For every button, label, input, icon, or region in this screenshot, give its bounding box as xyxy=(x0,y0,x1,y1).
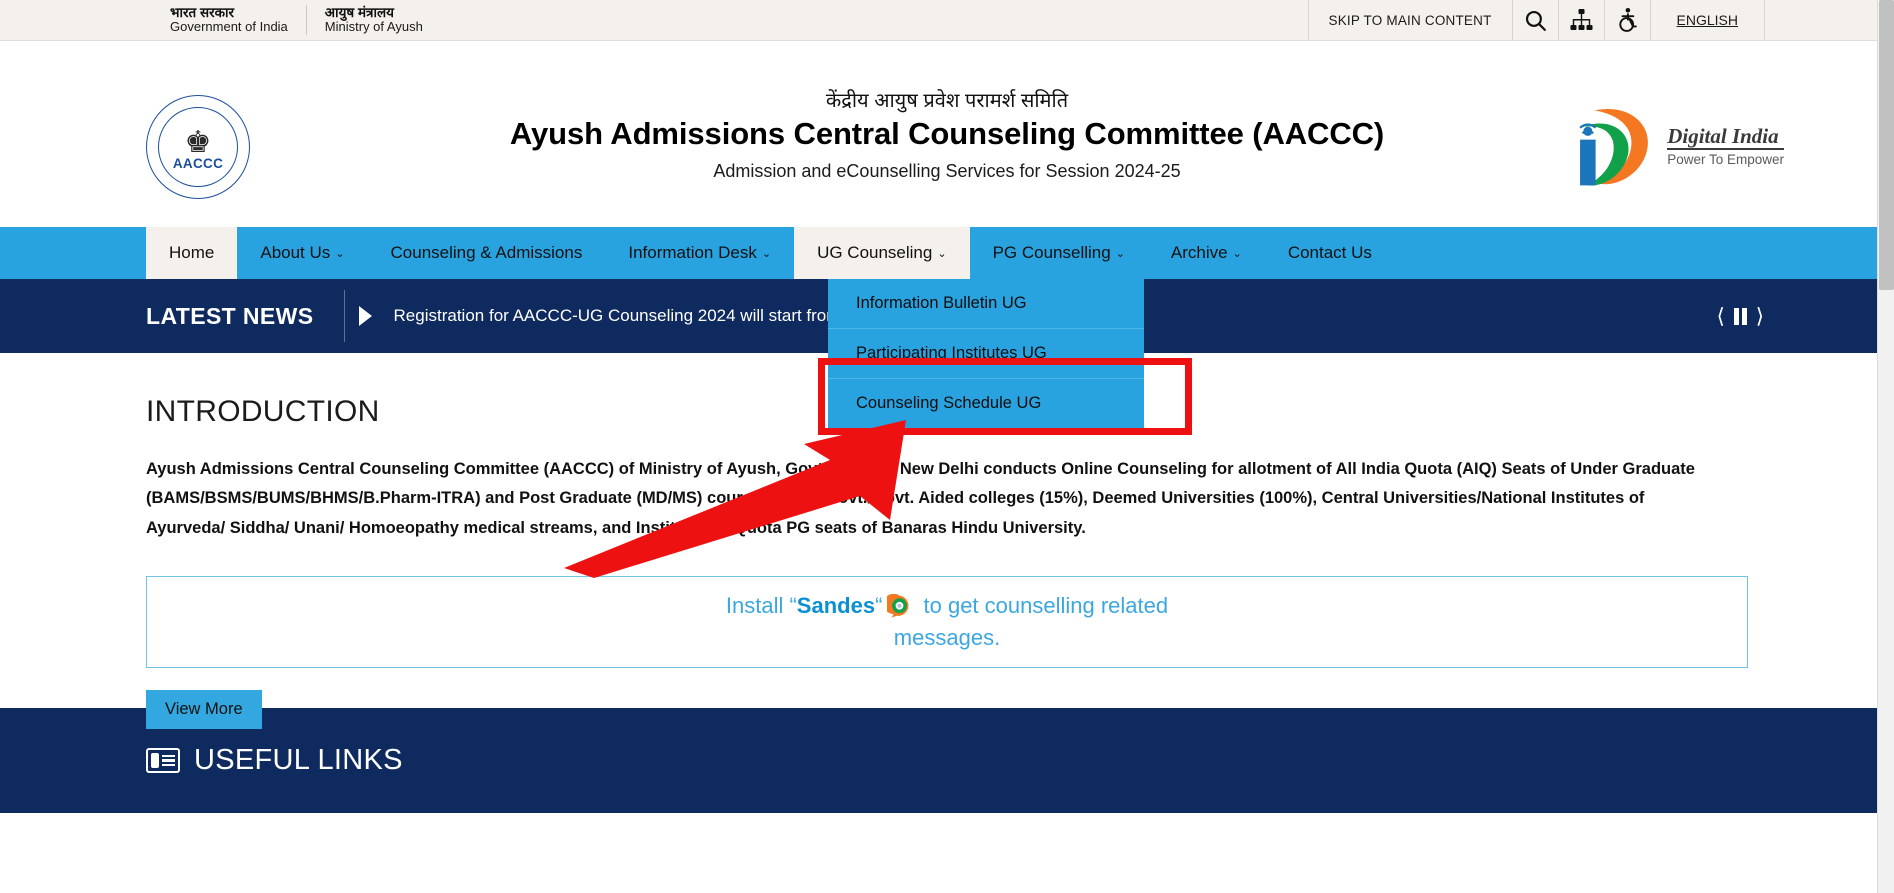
nav-label: Information Desk xyxy=(628,243,757,262)
ashoka-emblem-icon: ♚ xyxy=(184,125,212,159)
nav-item-contact-us[interactable]: Contact Us xyxy=(1265,227,1395,279)
nav-item-home[interactable]: Home xyxy=(146,227,238,279)
useful-links-header: USEFUL LINKS xyxy=(146,744,403,777)
sandes-app-name: Sandes xyxy=(796,593,876,619)
news-carousel-controls: ⟨ ⟩ xyxy=(1717,306,1764,327)
sitemap-icon[interactable] xyxy=(1557,0,1604,40)
main-navigation: Home About Us ⌄ Counseling & Admissions … xyxy=(0,227,1894,428)
aaccc-emblem-ring: ♚ AACCC xyxy=(146,95,250,199)
digital-india-logo[interactable]: Digital India Power To Empower xyxy=(1567,103,1784,189)
chevron-down-icon: ⌄ xyxy=(1232,247,1242,260)
language-switch-english[interactable]: ENGLISH xyxy=(1649,0,1764,40)
pause-icon[interactable] xyxy=(1733,307,1747,325)
digital-india-wordmark: Digital India Power To Empower xyxy=(1667,125,1784,167)
chevron-right-icon[interactable]: ⟩ xyxy=(1756,306,1764,327)
nav-item-archive[interactable]: Archive ⌄ xyxy=(1148,227,1265,279)
nav-label: UG Counseling xyxy=(817,243,933,262)
nav-item-ug-counseling[interactable]: UG Counseling ⌄ xyxy=(794,227,970,279)
nav-item-about-us[interactable]: About Us ⌄ xyxy=(237,227,367,279)
header-subtitle: Admission and eCounselling Services for … xyxy=(713,160,1181,181)
id-card-icon xyxy=(146,748,180,773)
header-title-english: Ayush Admissions Central Counseling Comm… xyxy=(509,116,1385,152)
chevron-down-icon: ⌄ xyxy=(1115,247,1125,260)
topbar-spacer xyxy=(1764,0,1894,40)
digital-india-tagline: Power To Empower xyxy=(1667,151,1784,167)
nav-item-information-desk[interactable]: Information Desk ⌄ xyxy=(605,227,794,279)
view-more-button[interactable]: View More xyxy=(146,690,262,730)
nav-label: Home xyxy=(169,243,215,262)
ministry-of-ayush-block: आयुष मंत्रालय Ministry of Ayush xyxy=(305,4,441,36)
sandes-text-prefix: Install “ xyxy=(725,593,797,619)
sandes-text-rest: to get counselling related messages. xyxy=(893,593,1169,651)
gov-india-english: Government of India xyxy=(170,19,288,35)
nav-label: PG Counselling xyxy=(992,243,1111,262)
chevron-down-icon: ⌄ xyxy=(761,247,772,260)
nav-label: About Us xyxy=(260,243,331,262)
latest-news-label: LATEST NEWS xyxy=(146,302,314,329)
nav-label: Archive xyxy=(1170,243,1228,262)
introduction-paragraph: Ayush Admissions Central Counseling Comm… xyxy=(146,460,1695,537)
skip-to-main-content-link[interactable]: SKIP TO MAIN CONTENT xyxy=(1307,0,1512,40)
sandes-text-quote: “ xyxy=(875,593,883,619)
chevron-left-icon[interactable]: ⟨ xyxy=(1717,306,1725,327)
scrollbar-thumb[interactable] xyxy=(1879,0,1894,290)
nav-label: Contact Us xyxy=(1287,243,1372,262)
aaccc-logo[interactable]: ♚ AACCC xyxy=(146,95,250,199)
dropdown-item-information-bulletin-ug[interactable]: Information Bulletin UG xyxy=(828,279,1144,329)
useful-links-title: USEFUL LINKS xyxy=(194,744,403,776)
top-utility-bar: भारत सरकार Government of India आयुष मंत्… xyxy=(0,0,1894,41)
site-header: ♚ AACCC केंद्रीय आयुष प्रवेश परामर्श समि… xyxy=(0,41,1894,227)
search-icon[interactable] xyxy=(1511,0,1558,40)
ug-counseling-dropdown: Information Bulletin UG Participating In… xyxy=(828,279,1144,428)
dropdown-item-counseling-schedule-ug[interactable]: Counseling Schedule UG xyxy=(828,379,1144,428)
sandes-app-icon xyxy=(887,594,909,618)
chevron-down-icon: ⌄ xyxy=(937,247,947,260)
aaccc-emblem-inner: ♚ AACCC xyxy=(158,107,238,187)
nav-item-counseling-admissions[interactable]: Counseling & Admissions xyxy=(368,227,606,279)
nav-label: Counseling & Admissions xyxy=(390,243,583,262)
gov-india-hindi: भारत सरकार xyxy=(170,4,234,20)
vertical-scrollbar[interactable] xyxy=(1877,0,1894,893)
header-title-hindi: केंद्रीय आयुष प्रवेश परामर्श समिति xyxy=(825,90,1069,113)
sandes-promo-banner: Install “Sandes“ to get counselling rela… xyxy=(146,576,1748,669)
aaccc-logo-text: AACCC xyxy=(172,155,224,171)
ministry-hindi: आयुष मंत्रालय xyxy=(324,4,394,20)
government-of-india-block: भारत सरकार Government of India xyxy=(152,5,306,35)
ministry-english: Ministry of Ayush xyxy=(324,19,423,35)
government-identity: भारत सरकार Government of India आयुष मंत्… xyxy=(152,0,441,40)
news-pointer-icon xyxy=(358,306,372,326)
top-utility-actions: SKIP TO MAIN CONTENT ENGLISH xyxy=(1307,0,1894,40)
dropdown-item-participating-institutes-ug[interactable]: Participating Institutes UG xyxy=(828,329,1144,379)
nav-item-pg-counselling[interactable]: PG Counselling ⌄ xyxy=(970,227,1148,279)
sandes-promo-text: Install “Sandes“ to get counselling rela… xyxy=(687,590,1207,654)
news-divider xyxy=(343,290,345,342)
accessibility-icon[interactable] xyxy=(1603,0,1650,40)
digital-india-mark-icon xyxy=(1579,108,1649,186)
digital-india-name: Digital India xyxy=(1667,125,1784,150)
chevron-down-icon: ⌄ xyxy=(335,247,345,260)
